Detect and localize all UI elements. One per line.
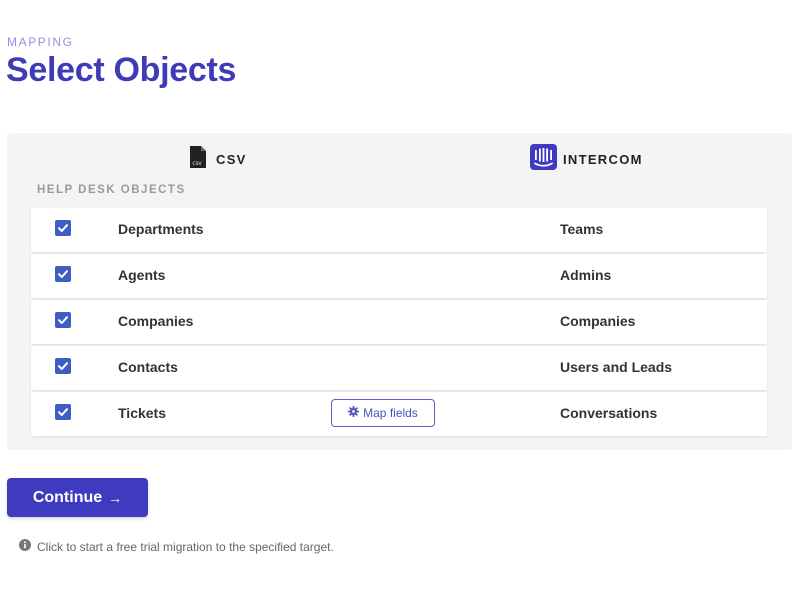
- trial-hint: Click to start a free trial migration to…: [19, 539, 334, 554]
- gear-icon: [348, 406, 360, 420]
- map-fields-button[interactable]: Map fields: [331, 399, 435, 427]
- source-label: CSV: [216, 151, 247, 167]
- page-title: Select Objects: [6, 51, 237, 89]
- row-checkbox-departments[interactable]: [55, 220, 71, 236]
- objects-panel: CSV CSV INTERCOM HELP DESK OBJECTS Depar…: [7, 133, 792, 450]
- target-object-name: Admins: [560, 267, 612, 283]
- target-object-name: Companies: [560, 313, 636, 329]
- hint-text: Click to start a free trial migration to…: [37, 539, 334, 554]
- mapping-eyebrow: MAPPING: [7, 35, 74, 49]
- csv-file-icon: CSV: [190, 145, 206, 173]
- continue-label: Continue: [32, 488, 103, 506]
- target-label: INTERCOM: [563, 151, 643, 167]
- row-checkbox-contacts[interactable]: [55, 358, 71, 374]
- object-row-companies: Companies Companies: [31, 300, 767, 344]
- object-row-agents: Agents Admins: [31, 254, 767, 298]
- map-fields-label: Map fields: [363, 406, 418, 420]
- object-row-tickets: Tickets Map fields Conversations: [31, 392, 767, 436]
- source-object-name: Departments: [118, 221, 204, 237]
- section-label: HELP DESK OBJECTS: [37, 184, 186, 196]
- target-object-name: Conversations: [560, 405, 658, 421]
- intercom-logo-icon: [530, 143, 557, 175]
- row-checkbox-agents[interactable]: [55, 266, 71, 282]
- row-checkbox-companies[interactable]: [55, 312, 71, 328]
- source-object-name: Companies: [118, 313, 194, 329]
- row-checkbox-tickets[interactable]: [55, 404, 71, 420]
- target-object-name: Users and Leads: [560, 359, 673, 375]
- target-header: INTERCOM: [530, 143, 643, 175]
- info-icon: [19, 539, 31, 554]
- svg-text:CSV: CSV: [193, 161, 203, 167]
- source-header: CSV CSV: [190, 145, 247, 173]
- arrow-right-icon: →: [108, 489, 123, 506]
- source-object-name: Tickets: [118, 405, 166, 421]
- target-object-name: Teams: [560, 221, 604, 237]
- object-rows: Departments Teams Agents Admins Companie…: [31, 208, 767, 438]
- source-object-name: Contacts: [118, 359, 178, 375]
- continue-button[interactable]: Continue →: [7, 478, 148, 517]
- object-row-departments: Departments Teams: [31, 208, 767, 252]
- object-row-contacts: Contacts Users and Leads: [31, 346, 767, 390]
- source-object-name: Agents: [118, 267, 166, 283]
